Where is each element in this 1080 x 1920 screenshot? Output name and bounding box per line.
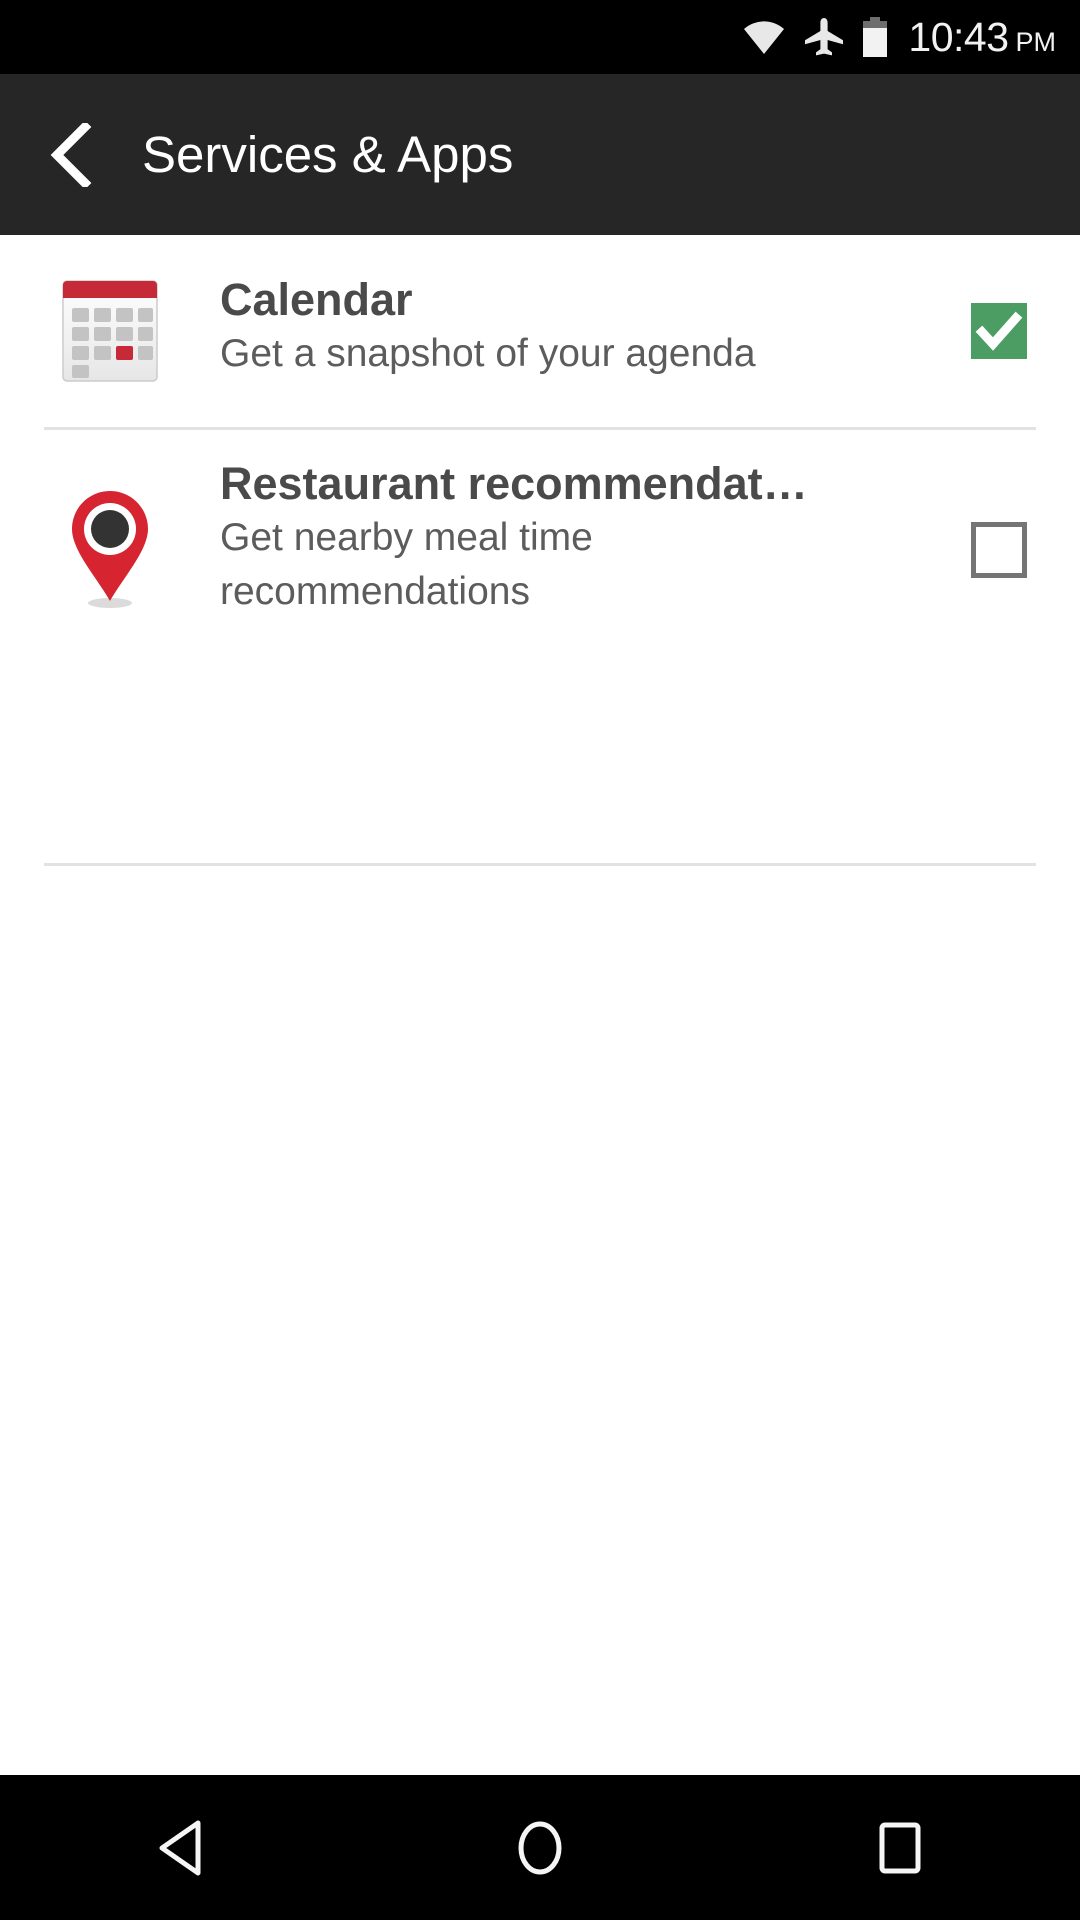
checkbox-unchecked-icon[interactable] [971, 522, 1027, 578]
list-item-subtitle: Get a snapshot of your agenda [220, 332, 756, 375]
nav-recents-button[interactable] [830, 1793, 970, 1903]
list-item-calendar[interactable]: Calendar Get a snapshot of your agenda [0, 235, 1080, 430]
list-item-title: Calendar [220, 274, 413, 325]
list-item-subtitle-line-1: Get nearby meal time [220, 516, 593, 559]
status-bar-clock: 10:43 PM [908, 13, 1057, 60]
list-item-title: Restaurant recommendat… [220, 458, 808, 509]
wifi-icon [742, 20, 786, 55]
services-list: Calendar Get a snapshot of your agenda R… [0, 235, 1080, 1775]
list-item-text: Restaurant recommendat… Get nearby meal … [220, 435, 962, 619]
status-bar: 10:43 PM [0, 0, 1080, 74]
nav-recents-icon [878, 1822, 922, 1874]
page-title: Services & Apps [142, 126, 514, 183]
list-item-text: Calendar Get a snapshot of your agenda [220, 273, 962, 381]
system-navigation-bar [0, 1775, 1080, 1920]
clock-time: 10:43 [908, 13, 1009, 60]
nav-back-icon [154, 1819, 206, 1877]
list-item-restaurant-recommendations[interactable]: Restaurant recommendat… Get nearby meal … [0, 427, 1080, 866]
battery-icon [862, 17, 888, 57]
nav-home-button[interactable] [470, 1793, 610, 1903]
clock-ampm: PM [1015, 26, 1057, 57]
status-bar-icons [742, 17, 888, 57]
list-divider [44, 863, 1036, 866]
airplane-mode-icon [804, 18, 844, 56]
app-bar: Services & Apps [0, 74, 1080, 235]
map-pin-icon [62, 485, 158, 615]
back-button[interactable] [22, 107, 118, 203]
nav-home-icon [516, 1819, 564, 1877]
list-item-subtitle-line-2: recommendations [220, 570, 530, 613]
list-item-icon [0, 273, 220, 389]
list-item-checkbox-wrap[interactable] [962, 435, 1036, 665]
nav-back-button[interactable] [110, 1793, 250, 1903]
chevron-left-icon [47, 120, 93, 189]
calendar-icon [59, 277, 161, 385]
list-item-checkbox-wrap[interactable] [962, 273, 1036, 389]
checkbox-checked-icon[interactable] [971, 303, 1027, 359]
list-item-icon [0, 435, 220, 665]
